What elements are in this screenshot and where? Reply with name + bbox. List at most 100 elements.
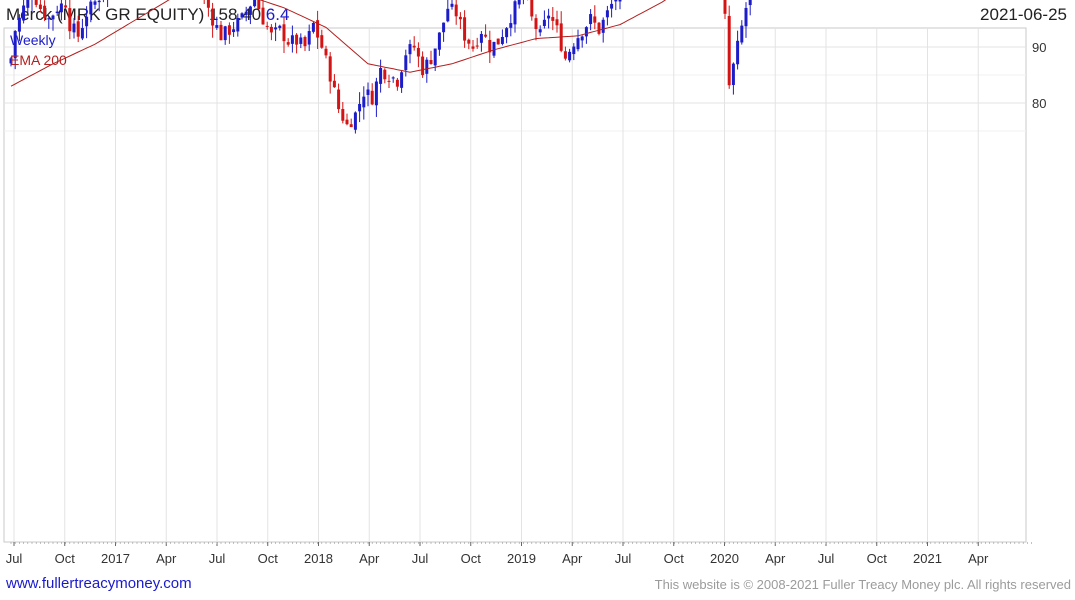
candle-body — [211, 8, 215, 26]
candle-body — [236, 17, 240, 32]
candle-body — [93, 1, 97, 5]
candle-body — [605, 10, 609, 18]
price-chart: 8090100110120130140150160JulOct2017AprJu… — [3, 0, 1046, 566]
x-tick-label: Apr — [562, 551, 583, 566]
candle-body — [450, 3, 454, 7]
x-tick-label: Apr — [968, 551, 989, 566]
x-tick-label: Apr — [156, 551, 177, 566]
candle-body — [240, 13, 244, 18]
candle-body — [547, 15, 551, 19]
candle-body — [72, 23, 76, 33]
candle-body — [345, 119, 349, 125]
candle-body — [274, 27, 278, 30]
candle-body — [723, 0, 727, 14]
candle-body — [47, 18, 51, 20]
candle-body — [248, 6, 252, 15]
x-tick-label: 2020 — [710, 551, 739, 566]
candle-body — [311, 22, 315, 32]
candle-body — [505, 28, 509, 38]
x-tick-label: 2017 — [101, 551, 130, 566]
candle-body — [408, 44, 412, 55]
candle-body — [341, 108, 345, 121]
candle-body — [353, 112, 357, 130]
candle-body — [589, 14, 593, 25]
candle-body — [290, 35, 294, 44]
plot-frame — [3, 27, 1027, 543]
candle-body — [299, 37, 303, 44]
x-tick-label: 2018 — [304, 551, 333, 566]
x-tick-label: Oct — [867, 551, 888, 566]
candle-body — [517, 0, 521, 5]
candle-body — [442, 22, 446, 33]
candle-body — [500, 36, 504, 44]
candle-body — [387, 80, 391, 82]
candle-body — [467, 39, 471, 44]
candle-body — [223, 26, 227, 41]
candle-body — [542, 19, 546, 26]
candle-body — [278, 25, 282, 28]
candle-body — [400, 72, 404, 88]
site-link[interactable]: www.fullertreacymoney.com — [6, 575, 192, 592]
candle-body — [269, 26, 273, 33]
candle-body — [601, 19, 605, 33]
candle-body — [383, 69, 387, 80]
candle-body — [80, 28, 84, 39]
candle-body — [286, 42, 290, 45]
candle-body — [429, 60, 433, 64]
x-tick-label: Oct — [55, 551, 76, 566]
candle-body — [219, 24, 223, 41]
candle-body — [257, 0, 261, 10]
candle-body — [34, 0, 38, 5]
candle-body — [374, 81, 378, 106]
legend-weekly: Weekly — [10, 32, 56, 48]
x-tick-label: Jul — [209, 551, 226, 566]
candle-body — [370, 90, 374, 105]
candle-body — [534, 18, 538, 30]
x-tick-label: Jul — [818, 551, 835, 566]
candle-body — [320, 35, 324, 48]
x-tick-label: Jul — [615, 551, 632, 566]
candle-body — [421, 56, 425, 76]
candle-body — [227, 25, 231, 35]
candle-body — [479, 33, 483, 43]
candle-body — [76, 21, 80, 37]
copyright-text: This website is © 2008-2021 Fuller Treac… — [654, 577, 1071, 592]
candle-body — [379, 68, 383, 84]
candle-body — [328, 56, 332, 82]
candle-body — [471, 46, 475, 49]
candle-body — [244, 11, 248, 15]
candle-body — [563, 51, 567, 59]
candle-body — [484, 34, 488, 37]
candle-body — [744, 7, 748, 27]
candle-body — [362, 96, 366, 108]
candle-body — [572, 46, 576, 55]
candle-body — [265, 25, 269, 27]
candle-body — [496, 38, 500, 45]
candle-body — [748, 0, 752, 6]
candle-body — [85, 16, 89, 27]
candle-body — [580, 36, 584, 41]
x-tick-label: Jul — [412, 551, 429, 566]
candle-body — [349, 124, 353, 128]
x-tick-label: 2021 — [913, 551, 942, 566]
candle-body — [22, 5, 26, 21]
candle-body — [395, 79, 399, 87]
candle-body — [303, 37, 307, 47]
candle-body — [51, 15, 55, 20]
candle-body — [332, 80, 336, 88]
candle-body — [551, 17, 555, 21]
candle-body — [509, 23, 513, 28]
x-tick-label: Oct — [461, 551, 482, 566]
candle-body — [513, 1, 517, 25]
candle-body — [89, 1, 93, 15]
candle-body — [17, 17, 21, 32]
candle-body — [412, 45, 416, 48]
candle-body — [295, 34, 299, 45]
candle-body — [59, 3, 63, 13]
x-tick-label: Oct — [258, 551, 279, 566]
candle-body — [324, 48, 328, 56]
x-tick-label: Apr — [765, 551, 786, 566]
candle-body — [391, 77, 395, 79]
candle-body — [458, 16, 462, 20]
candle-body — [736, 40, 740, 65]
